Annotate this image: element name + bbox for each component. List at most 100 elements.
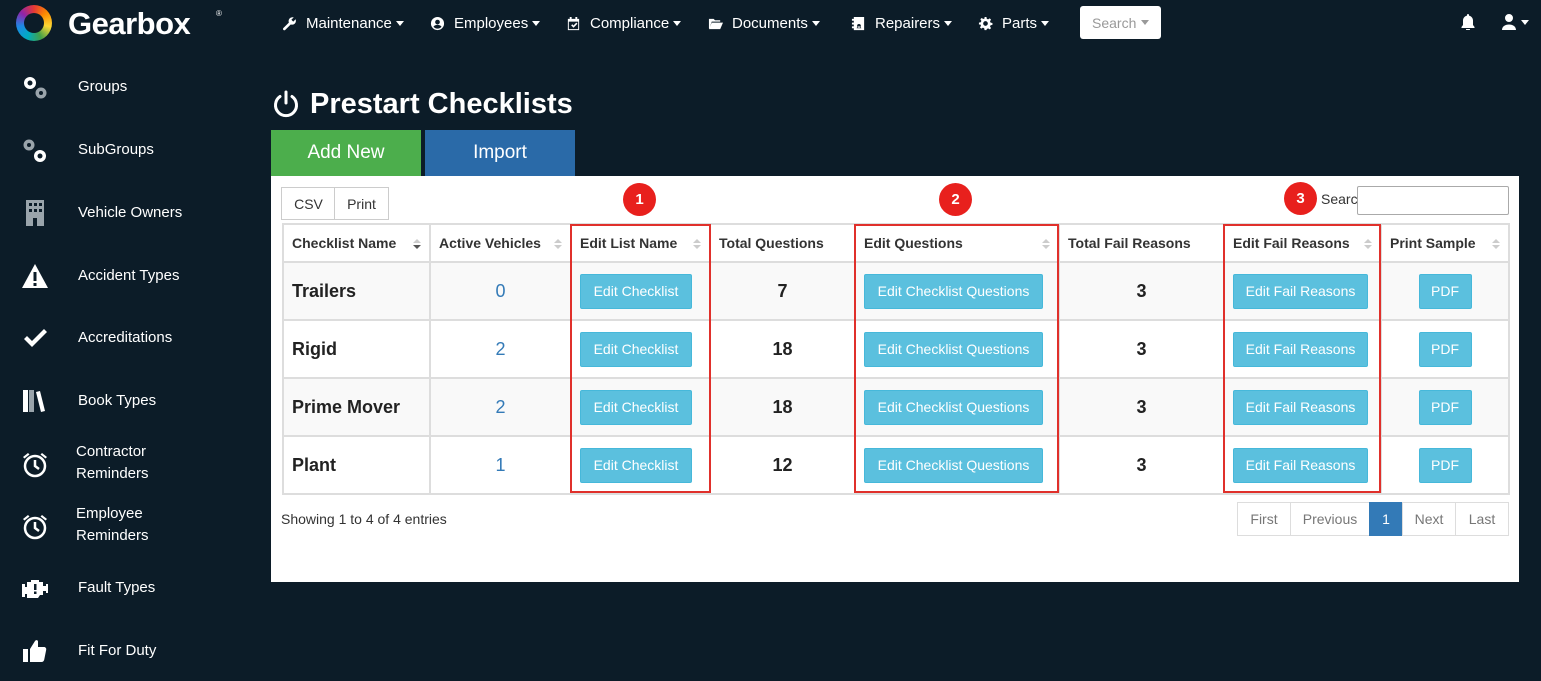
csv-button[interactable]: CSV — [281, 187, 336, 220]
gearbox-logo[interactable]: Gearbox ® — [16, 5, 226, 41]
pdf-button[interactable]: PDF — [1418, 389, 1472, 425]
total-fail-reasons-cell: 3 — [1058, 377, 1225, 437]
header-edit-fail-reasons[interactable]: Edit Fail Reasons — [1223, 223, 1382, 263]
logo-trademark: ® — [216, 9, 222, 18]
pdf-button[interactable]: PDF — [1418, 331, 1472, 367]
edit-checklist-questions-button[interactable]: Edit Checklist Questions — [864, 331, 1043, 367]
pagination-next[interactable]: Next — [1402, 502, 1456, 536]
total-questions-cell: 18 — [709, 319, 856, 379]
active-vehicles-link[interactable]: 1 — [429, 435, 572, 495]
nav-documents[interactable]: Documents — [708, 12, 820, 34]
sidebar-item-label-line1: Contractor — [76, 443, 147, 460]
caret-down-icon — [1521, 19, 1529, 25]
sidebar-item-label: Employee Reminders — [76, 503, 149, 547]
pagination-page-1[interactable]: 1 — [1369, 502, 1403, 536]
header-label: Edit List Name — [580, 235, 678, 251]
sidebar-item-label-line2: Reminders — [76, 465, 149, 482]
folder-open-icon — [708, 18, 723, 29]
checklist-name-cell: Plant — [282, 435, 431, 495]
engine-warning-icon — [20, 573, 50, 603]
active-vehicles-link[interactable]: 2 — [429, 319, 572, 379]
sort-icon — [554, 239, 562, 249]
total-questions-cell: 12 — [709, 435, 856, 495]
pagination: First Previous 1 Next Last — [1237, 502, 1509, 536]
header-print-sample[interactable]: Print Sample — [1380, 223, 1510, 263]
caret-down-icon — [944, 20, 953, 26]
sidebar-item-fit-for-duty[interactable]: Fit For Duty — [0, 626, 240, 676]
checklist-name-cell: Trailers — [282, 261, 431, 321]
sidebar-item-subgroups[interactable]: SubGroups — [0, 126, 240, 176]
gear-icon — [978, 16, 993, 30]
print-button[interactable]: Print — [334, 187, 389, 220]
sidebar-item-accident-types[interactable]: Accident Types — [0, 251, 240, 301]
add-new-button[interactable]: Add New — [271, 130, 421, 176]
sidebar-item-contractor-reminders[interactable]: Contractor Reminders — [0, 438, 240, 488]
sidebar-item-accreditations[interactable]: Accreditations — [0, 313, 240, 363]
logo-text: Gearbox — [68, 6, 191, 41]
caret-down-icon — [811, 20, 820, 26]
checklist-name-cell: Prime Mover — [282, 377, 431, 437]
sidebar-item-label: Accreditations — [78, 329, 173, 346]
edit-fail-reasons-button[interactable]: Edit Fail Reasons — [1233, 331, 1368, 367]
header-label: Active Vehicles — [439, 235, 541, 251]
caret-down-icon — [532, 20, 541, 26]
nav-label: Documents — [732, 14, 808, 32]
nav-compliance[interactable]: Compliance — [566, 12, 682, 34]
active-vehicles-link[interactable]: 2 — [429, 377, 572, 437]
power-icon — [274, 90, 298, 118]
pagination-last[interactable]: Last — [1455, 502, 1509, 536]
pagination-first[interactable]: First — [1237, 502, 1291, 536]
edit-checklist-button[interactable]: Edit Checklist — [580, 447, 692, 483]
sort-icon — [693, 239, 701, 249]
edit-fail-reasons-button[interactable]: Edit Fail Reasons — [1233, 273, 1368, 309]
nav-maintenance[interactable]: Maintenance — [282, 12, 404, 34]
total-fail-reasons-cell: 3 — [1058, 319, 1225, 379]
nav-label: Repairers — [875, 14, 941, 32]
search-dropdown[interactable]: Search — [1080, 6, 1161, 39]
header-total-questions[interactable]: Total Questions — [709, 223, 856, 263]
edit-checklist-questions-button[interactable]: Edit Checklist Questions — [864, 447, 1043, 483]
pdf-button[interactable]: PDF — [1418, 447, 1472, 483]
pagination-previous[interactable]: Previous — [1290, 502, 1370, 536]
header-checklist-name[interactable]: Checklist Name — [282, 223, 431, 263]
sidebar-item-book-types[interactable]: Book Types — [0, 376, 240, 426]
edit-checklist-questions-button[interactable]: Edit Checklist Questions — [864, 389, 1043, 425]
nav-employees[interactable]: Employees — [430, 12, 541, 34]
user-menu[interactable] — [1502, 14, 1530, 30]
checklists-panel: CSV Print Search: Checklist Name Active … — [271, 176, 1519, 582]
nav-parts[interactable]: Parts — [978, 12, 1050, 34]
warning-icon — [20, 261, 50, 291]
annotation-badge-3: 3 — [1284, 182, 1317, 215]
edit-checklist-questions-button[interactable]: Edit Checklist Questions — [864, 273, 1043, 309]
sidebar-item-fault-types[interactable]: Fault Types — [0, 563, 240, 613]
sidebar-item-employee-reminders[interactable]: Employee Reminders — [0, 500, 240, 550]
nav-repairers[interactable]: Repairers — [851, 12, 953, 34]
nav-label: Parts — [1002, 14, 1038, 32]
pdf-button[interactable]: PDF — [1418, 273, 1472, 309]
sidebar-item-groups[interactable]: Groups — [0, 63, 240, 113]
edit-checklist-button[interactable]: Edit Checklist — [580, 273, 692, 309]
import-button[interactable]: Import — [425, 130, 575, 176]
edit-checklist-button[interactable]: Edit Checklist — [580, 389, 692, 425]
header-active-vehicles[interactable]: Active Vehicles — [429, 223, 572, 263]
sidebar-item-label: Groups — [78, 78, 128, 95]
nav-label: Maintenance — [306, 14, 392, 32]
header-label: Print Sample — [1390, 235, 1476, 251]
edit-checklist-button[interactable]: Edit Checklist — [580, 331, 692, 367]
top-navbar: Gearbox ® Maintenance Employees Complian… — [0, 0, 1541, 46]
sidebar-item-vehicle-owners[interactable]: Vehicle Owners — [0, 188, 240, 238]
alarm-clock-icon — [20, 512, 50, 542]
annotation-badge-1: 1 — [623, 183, 656, 216]
header-edit-questions[interactable]: Edit Questions — [854, 223, 1060, 263]
table-search-input[interactable] — [1357, 186, 1509, 215]
bell-icon[interactable] — [1461, 14, 1475, 31]
sort-icon — [1364, 239, 1372, 249]
table-row: Prime Mover 2 Edit Checklist 18 Edit Che… — [282, 377, 1510, 437]
edit-fail-reasons-button[interactable]: Edit Fail Reasons — [1233, 389, 1368, 425]
sort-icon — [1492, 239, 1500, 249]
header-total-fail-reasons[interactable]: Total Fail Reasons — [1058, 223, 1225, 263]
active-vehicles-link[interactable]: 0 — [429, 261, 572, 321]
sidebar-item-label: Book Types — [78, 392, 157, 409]
header-edit-list-name[interactable]: Edit List Name — [570, 223, 711, 263]
edit-fail-reasons-button[interactable]: Edit Fail Reasons — [1233, 447, 1368, 483]
